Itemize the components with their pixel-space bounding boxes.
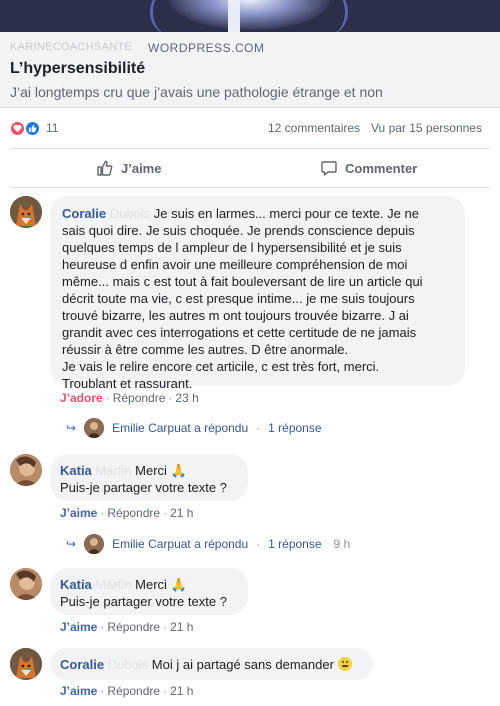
comment-line: heureuse d enfin avoir une meilleure com… [62,257,408,272]
avatar [84,534,105,554]
replies-thread-link[interactable]: ↪ Emilie Carpuat a répondu · 1 réponse 9 h [66,534,350,554]
comment-author-hidden: Martin [95,577,132,592]
comment-meta: J’aime · Répondre · 21 h [60,620,194,634]
comment-text: Je suis en larmes... merci pour ce texte… [153,206,419,221]
thumbs-up-icon [97,160,113,176]
avatar[interactable] [10,454,42,486]
image-figure [228,0,240,32]
comment-line: sais quoi dire. Je suis choquée. Je pren… [62,223,415,238]
image-glow [170,0,330,30]
replies-time: 9 h [333,537,351,551]
link-source: KARINECOACHSANTE [10,41,133,53]
comment-author-hidden: Dubois [107,657,149,672]
comment-time[interactable]: 21 h [170,620,193,634]
comment-line: Je vais le relire encore cet articile, c… [62,359,380,374]
reply-link[interactable]: Répondre [113,391,166,405]
comment-bubble: Coralie Dubois Je suis en larmes... merc… [50,196,465,391]
like-link[interactable]: J’aime [60,506,97,520]
comment-line: même... mais c est tout à fait boulevers… [62,274,423,289]
smiley-emoji [337,657,352,671]
reaction-count[interactable]: 11 [46,121,58,135]
image-arc-left [150,0,186,32]
comment-line: Puis-je partager votre texte ? [60,480,227,495]
comment-count[interactable]: 12 commentaires [268,121,360,135]
speech-bubble-icon [321,161,337,176]
comment-time[interactable]: 23 h [175,391,198,405]
replies-count: 1 réponse [268,537,322,551]
comment-time[interactable]: 21 h [170,506,193,520]
link-preview-image[interactable] [0,0,500,32]
reaction-love-link[interactable]: J’adore [60,391,103,405]
comment-author[interactable]: Coralie [62,206,106,221]
like-button[interactable]: J’aime [96,149,161,187]
replies-thread-link[interactable]: ↪ Emilie Carpuat a répondu · 1 réponse [66,418,322,438]
reply-link[interactable]: Répondre [107,684,160,698]
comment-time[interactable]: 21 h [170,684,193,698]
reply-link[interactable]: Répondre [107,506,160,520]
comment-author[interactable]: Coralie [60,657,104,672]
seen-count[interactable]: Vu par 15 personnes [371,121,482,135]
comment-text: Merci 🙏 [135,577,187,592]
link-title[interactable]: L’hypersensibilité [10,60,145,78]
comment-author[interactable]: Katia [60,577,92,592]
avatar[interactable] [10,196,42,228]
heart-icon[interactable] [9,120,26,137]
comment-meta: J’aime · Répondre · 21 h [60,684,194,698]
replies-text: Emilie Carpuat a répondu [112,421,249,435]
comment-line: quelques temps de l ampleur de l hyperse… [62,240,402,255]
comment-line: trouvé bizarre, les autres m ont toujour… [62,308,409,323]
image-arc-right [312,0,348,32]
like-label: J’aime [121,160,162,176]
reply-link[interactable]: Répondre [107,620,160,634]
comment-button[interactable]: Commenter [320,149,417,187]
avatar[interactable] [10,648,42,680]
comment-line: réussir à être comme les autres. D être … [62,342,349,357]
replies-text: Emilie Carpuat a répondu [112,537,249,551]
replies-count: 1 réponse [268,421,322,435]
comment-line: Troublant et rassurant. [62,376,193,391]
comment-author-hidden: Dubois [109,206,151,221]
comment-bubble: Coralie Dubois Moi j ai partagé sans dem… [50,648,373,680]
comment-meta: J’aime · Répondre · 21 h [60,506,194,520]
link-description: J’ai longtemps cru que j’avais une patho… [10,84,383,100]
comment-bubble: Katia Martin Merci 🙏 Puis-je partager vo… [50,454,248,501]
link-domain: WORDPRESS.COM [148,41,265,55]
avatar [84,418,105,438]
like-link[interactable]: J’aime [60,684,97,698]
comment-meta: J’adore · Répondre · 23 h [60,391,199,405]
reply-arrow-icon: ↪ [66,421,77,435]
comment-line: grandit avec ces interrogations et cette… [62,325,417,340]
action-bar: J’aime Commenter [10,148,490,188]
reply-arrow-icon: ↪ [66,537,77,551]
thumbs-up-icon[interactable] [24,120,41,137]
comment-line: Puis-je partager votre texte ? [60,594,227,609]
reaction-stats: 11 12 commentaires Vu par 15 personnes [0,108,500,148]
like-link[interactable]: J’aime [60,620,97,634]
link-preview[interactable]: KARINECOACHSANTE WORDPRESS.COM L’hyperse… [0,32,500,108]
comment-text: Merci 🙏 [135,463,187,478]
comment-bubble: Katia Martin Merci 🙏 Puis-je partager vo… [50,568,248,615]
comment-author-hidden: Martin [95,463,132,478]
comment-text: Moi j ai partagé sans demander [151,657,334,672]
avatar[interactable] [10,568,42,600]
comment-label: Commenter [345,160,418,176]
comment-author[interactable]: Katia [60,463,92,478]
comment-line: décrit toute ma vie, c est presque intim… [62,291,415,306]
